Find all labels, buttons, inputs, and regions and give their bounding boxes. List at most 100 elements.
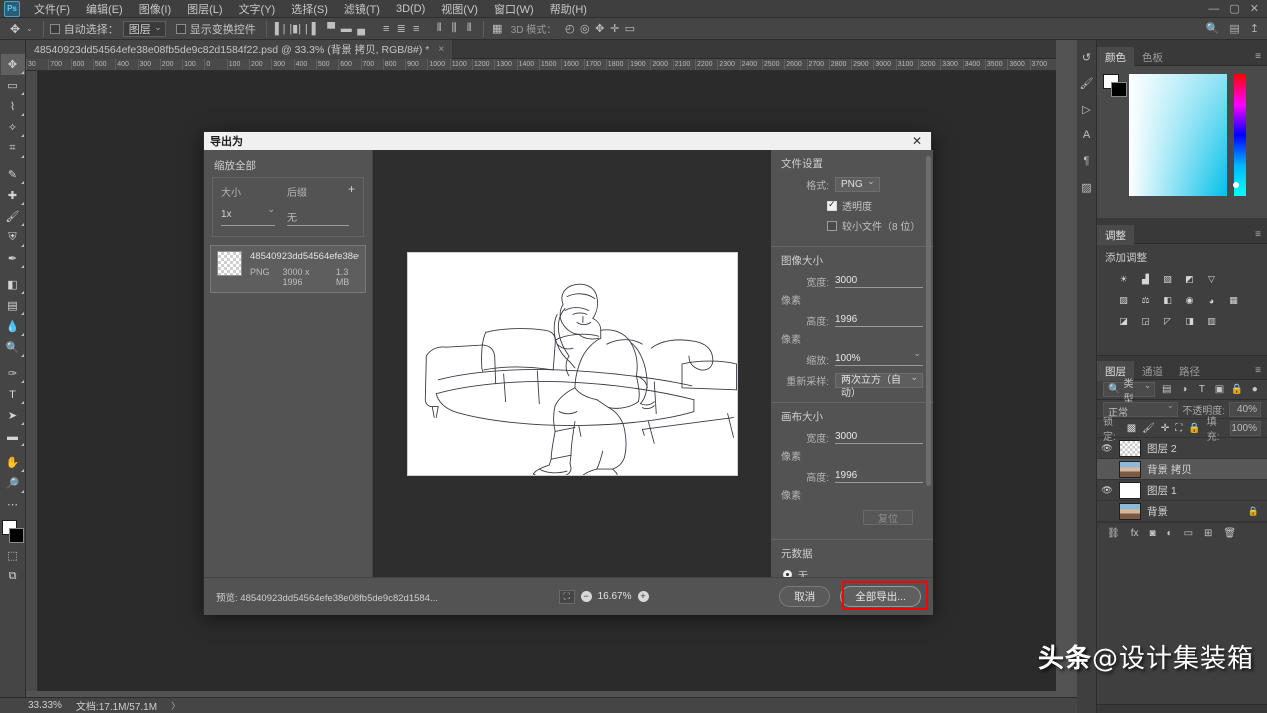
curves-icon[interactable]: ▧ — [1161, 273, 1174, 286]
move-tool[interactable]: ✥ — [0, 54, 25, 75]
color-swatches[interactable] — [1103, 74, 1127, 97]
black-white-icon[interactable]: ◧ — [1161, 294, 1174, 307]
fill-input[interactable]: 100% — [1230, 420, 1261, 436]
scale-3d-icon[interactable]: ▭ — [622, 21, 637, 37]
rectangle-tool[interactable]: ▬ — [1, 426, 25, 447]
image-height-input[interactable]: 1996 — [835, 314, 923, 327]
posterize-icon[interactable]: ◲ — [1139, 315, 1152, 328]
cancel-button[interactable]: 取消 — [779, 586, 831, 607]
search-icon[interactable]: 🔍 — [1206, 22, 1220, 35]
align-horizontal-centers-icon[interactable]: |▮| — [288, 21, 303, 37]
image-scale-dropdown[interactable]: 100% — [835, 348, 923, 366]
maximize-icon[interactable]: ▢ — [1229, 2, 1239, 15]
list-item[interactable]: 48540923dd54564efe38e08fb5... PNG 3000 x… — [210, 245, 366, 293]
resample-dropdown[interactable]: 两次立方（自动） — [835, 371, 923, 399]
filter-pixel-icon[interactable]: ▤ — [1160, 384, 1173, 395]
color-lookup-icon[interactable]: ▦ — [1227, 294, 1240, 307]
align-right-edges-icon[interactable]: |▐ — [303, 21, 318, 37]
hue-marker[interactable] — [1233, 182, 1239, 188]
tab-adjustments[interactable]: 调整 — [1097, 224, 1134, 245]
lock-image-icon[interactable]: 🖌 — [1142, 423, 1155, 434]
pan-3d-icon[interactable]: ✥ — [592, 21, 607, 37]
filter-adjustment-icon[interactable]: ◑ — [1178, 384, 1191, 395]
crop-tool[interactable]: ⌗ — [1, 138, 25, 159]
share-icon[interactable]: ↥ — [1250, 22, 1259, 35]
roll-3d-icon[interactable]: ◎ — [577, 21, 592, 37]
menu-3d[interactable]: 3D(D) — [388, 1, 433, 17]
selective-color-icon[interactable]: ◨ — [1183, 315, 1196, 328]
color-field[interactable] — [1129, 74, 1227, 196]
canvas-height-input[interactable]: 1996 — [835, 470, 923, 483]
filter-toggle-icon[interactable]: ● — [1248, 384, 1261, 395]
lock-position-icon[interactable]: ✛ — [1161, 423, 1169, 434]
dialog-preview-pane[interactable] — [373, 150, 771, 577]
hue-ramp[interactable] — [1234, 74, 1246, 196]
character-icon[interactable]: A — [1078, 126, 1096, 144]
horizontal-type-tool[interactable]: T — [1, 384, 25, 405]
smaller-file-checkbox[interactable] — [827, 220, 837, 231]
new-group-icon[interactable]: ▭ — [1184, 528, 1193, 539]
gradient-map-icon[interactable]: ▥ — [1205, 315, 1218, 328]
status-expand-icon[interactable]: 〉 — [171, 699, 180, 712]
menu-image[interactable]: 图像(I) — [131, 0, 179, 19]
menu-select[interactable]: 选择(S) — [283, 0, 336, 19]
photo-filter-icon[interactable]: ◉ — [1183, 294, 1196, 307]
size-dropdown[interactable]: 1x — [221, 204, 275, 226]
minimize-icon[interactable]: — — [1208, 3, 1219, 15]
color-swatches[interactable] — [1, 519, 25, 545]
orbit-3d-icon[interactable]: ◴ — [562, 21, 577, 37]
workspace-icon[interactable]: ▤ — [1229, 22, 1239, 35]
libraries-icon[interactable]: ▨ — [1078, 178, 1096, 196]
exposure-icon[interactable]: ◩ — [1183, 273, 1196, 286]
distribute-top-icon[interactable]: ≡ — [379, 21, 394, 37]
metadata-option-none[interactable]: 无 — [783, 567, 933, 577]
format-dropdown[interactable]: PNG — [835, 175, 880, 192]
hue-saturation-icon[interactable]: ▨ — [1117, 294, 1130, 307]
reset-button[interactable]: 复位 — [863, 510, 913, 525]
table-row[interactable]: 背景 拷贝 — [1097, 459, 1267, 480]
menu-filter[interactable]: 滤镜(T) — [336, 0, 388, 19]
history-icon[interactable]: ↺ — [1078, 48, 1096, 66]
menu-help[interactable]: 帮助(H) — [542, 0, 595, 19]
tab-paths[interactable]: 路径 — [1171, 361, 1208, 381]
eraser-tool[interactable]: ◧ — [1, 274, 25, 295]
clone-stamp-tool[interactable]: ⛨ — [1, 227, 25, 248]
edit-toolbar-button[interactable]: ⋯ — [1, 494, 25, 515]
align-options-icon[interactable]: ▦ — [490, 21, 505, 37]
background-color-swatch[interactable] — [1111, 82, 1127, 97]
align-left-edges-icon[interactable]: ▌| — [273, 21, 288, 37]
lock-artboard-icon[interactable]: ⛶ — [1175, 423, 1182, 434]
add-scale-button[interactable]: + — [348, 183, 355, 195]
menu-edit[interactable]: 编辑(E) — [78, 0, 131, 19]
tab-swatches[interactable]: 色板 — [1134, 47, 1171, 67]
gradient-tool[interactable]: ▤ — [1, 295, 25, 316]
close-window-icon[interactable]: ✕ — [1250, 2, 1259, 15]
table-row[interactable]: 👁 图层 2 — [1097, 438, 1267, 459]
lasso-tool[interactable]: ⌇ — [1, 96, 25, 117]
zoom-tool[interactable]: 🔎 — [1, 473, 25, 494]
distribute-left-icon[interactable]: ⫴ — [432, 21, 447, 37]
add-layer-mask-icon[interactable]: ◙ — [1149, 528, 1155, 539]
panel-menu-icon[interactable]: ≡ — [1255, 51, 1267, 62]
tool-preset-chevron-down-icon[interactable]: ⌄ — [26, 24, 33, 33]
actions-icon[interactable]: ▷ — [1078, 100, 1096, 118]
zoom-out-button[interactable]: − — [580, 591, 592, 602]
threshold-icon[interactable]: ◸ — [1161, 315, 1174, 328]
link-layers-icon[interactable]: ⛓ — [1107, 528, 1120, 539]
color-balance-icon[interactable]: ⚖ — [1139, 294, 1152, 307]
filter-type-icon[interactable]: T — [1196, 384, 1209, 395]
menu-type[interactable]: 文字(Y) — [231, 0, 284, 19]
settings-scrollbar[interactable] — [926, 156, 931, 486]
quick-selection-tool[interactable]: ✧ — [1, 117, 25, 138]
smaller-file-row[interactable]: 较小文件（8 位） — [827, 218, 933, 233]
blur-tool[interactable]: 💧 — [1, 316, 25, 337]
dodge-tool[interactable]: 🔍 — [1, 337, 25, 358]
brush-settings-icon[interactable]: 🖌 — [1078, 74, 1096, 92]
align-top-edges-icon[interactable]: ▀ — [324, 21, 339, 37]
distribute-vertical-center-icon[interactable]: ≣ — [394, 21, 409, 37]
align-vertical-centers-icon[interactable]: ▬ — [339, 21, 354, 37]
transparency-row[interactable]: 透明度 — [827, 198, 933, 213]
canvas-width-input[interactable]: 3000 — [835, 431, 923, 444]
document-tab[interactable]: 48540923dd54564efe38e08fb5de9c82d1584f22… — [26, 40, 453, 59]
spot-healing-brush-tool[interactable]: ✚ — [1, 185, 25, 206]
